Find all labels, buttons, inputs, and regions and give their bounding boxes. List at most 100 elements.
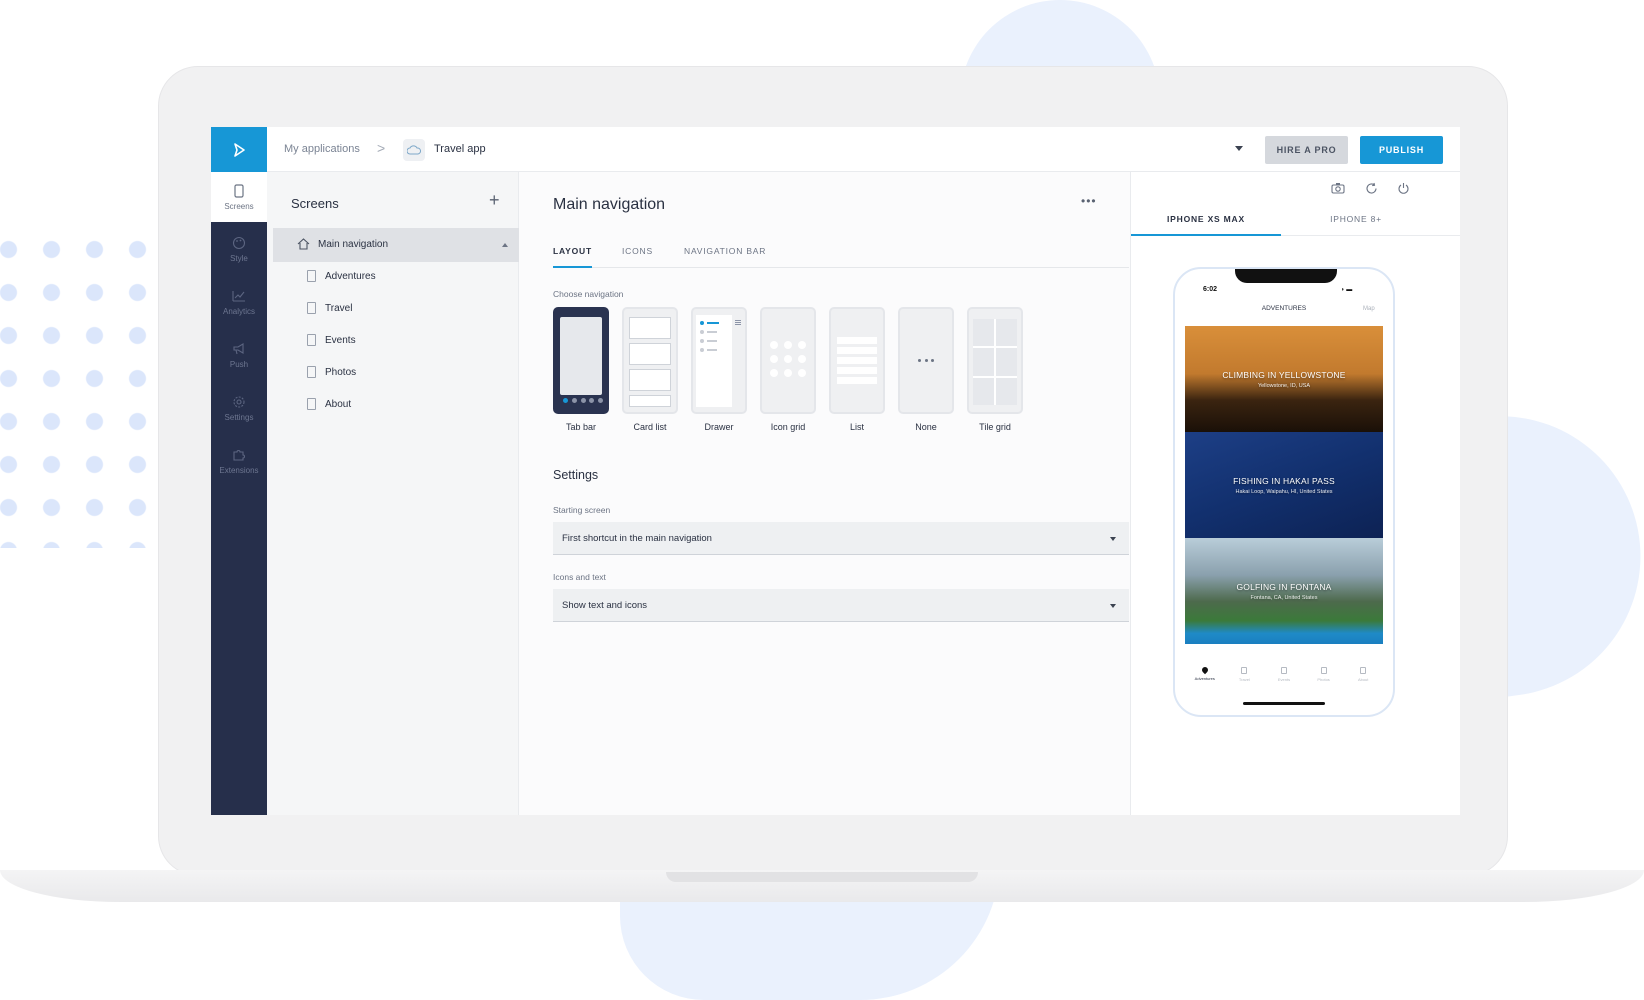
more-options-icon[interactable]: ••• <box>1081 194 1097 208</box>
nav-option-tile-grid[interactable]: Tile grid <box>967 307 1023 432</box>
app-window: My applications > Travel app HIRE A PRO … <box>211 127 1460 815</box>
phone-icon <box>234 183 244 198</box>
main-navigation-item[interactable]: Main navigation <box>273 228 519 262</box>
nav-option-label: Tile grid <box>979 422 1011 432</box>
icons-text-value: Show text and icons <box>562 600 648 611</box>
megaphone-icon <box>233 342 244 354</box>
rail-item-analytics[interactable]: Analytics <box>211 277 267 327</box>
app-thumbnail <box>403 139 425 161</box>
tab-layout[interactable]: LAYOUT <box>553 246 592 268</box>
nav-option-drawer[interactable]: Drawer <box>691 307 747 432</box>
breadcrumb-my-applications[interactable]: My applications <box>284 143 360 155</box>
dot-pattern <box>0 228 150 548</box>
nav-option-label: None <box>915 422 937 432</box>
drawer-thumbnail <box>691 307 747 414</box>
nav-option-label: Icon grid <box>770 422 806 432</box>
rail-label: Push <box>229 359 249 369</box>
main-panel: Main navigation ••• LAYOUT ICONS NAVIGAT… <box>519 172 1131 815</box>
nav-option-icon-grid[interactable]: Icon grid <box>760 307 816 432</box>
page-icon <box>307 334 316 346</box>
rail-item-style[interactable]: Style <box>211 224 267 274</box>
adventure-card: FISHING IN HAKAI PASS Hakai Loop, Waipah… <box>1185 432 1383 538</box>
phone-tab: Travel <box>1225 667 1265 689</box>
none-thumbnail <box>898 307 954 414</box>
home-icon <box>297 238 310 250</box>
app-dropdown-icon[interactable] <box>1235 146 1243 151</box>
cloud-icon <box>407 145 421 155</box>
phone-tab-label: Events <box>1277 677 1291 682</box>
tile-grid-thumbnail <box>967 307 1023 414</box>
icon-grid-thumbnail <box>760 307 816 414</box>
screen-item-about[interactable]: About <box>307 394 351 414</box>
chevron-down-icon <box>1110 537 1116 541</box>
screenshot-icon[interactable] <box>1330 180 1346 196</box>
refresh-icon[interactable] <box>1363 180 1379 196</box>
screen-item-label: Photos <box>325 366 357 378</box>
page-icon <box>307 270 316 282</box>
left-rail: Screens Style Analytics Push Settings Ex… <box>211 172 267 815</box>
card-subtitle: Fontana, CA, United States <box>1250 594 1318 601</box>
nav-option-card-list[interactable]: Card list <box>622 307 678 432</box>
nav-option-label: Drawer <box>704 422 734 432</box>
puzzle-icon <box>233 449 245 461</box>
page-icon <box>307 302 316 314</box>
starting-screen-select[interactable]: First shortcut in the main navigation <box>553 522 1129 555</box>
rail-label: Style <box>230 253 248 263</box>
phone-time: 6:02 <box>1203 286 1218 293</box>
screen-item-events[interactable]: Events <box>307 330 356 350</box>
tab-iphone-xs-max[interactable]: IPHONE XS MAX <box>1131 214 1281 236</box>
screen-item-adventures[interactable]: Adventures <box>307 266 376 286</box>
adventure-card: GOLFING IN FONTANA Fontana, CA, United S… <box>1185 538 1383 644</box>
phone-tab-label: Travel <box>1238 677 1250 682</box>
screen-item-photos[interactable]: Photos <box>307 362 356 382</box>
collapse-icon[interactable] <box>502 243 508 247</box>
breadcrumb-app-name[interactable]: Travel app <box>434 143 486 155</box>
top-bar: My applications > Travel app HIRE A PRO … <box>211 127 1460 172</box>
app-logo[interactable] <box>211 127 267 172</box>
card-subtitle: Hakai Loop, Waipahu, HI, United States <box>1235 488 1333 495</box>
power-icon[interactable] <box>1395 180 1411 196</box>
phone-tab: Adventures <box>1185 665 1225 689</box>
screens-title: Screens <box>291 196 339 211</box>
phone-tab: About <box>1343 667 1383 689</box>
breadcrumb-separator: > <box>377 140 386 156</box>
home-indicator <box>1243 702 1325 705</box>
tab-iphone-8-plus[interactable]: IPHONE 8+ <box>1281 214 1431 236</box>
nav-option-label: List <box>849 422 864 432</box>
rail-label: Settings <box>224 412 254 422</box>
rail-item-extensions[interactable]: Extensions <box>211 436 267 486</box>
rail-item-push[interactable]: Push <box>211 330 267 380</box>
list-thumbnail <box>829 307 885 414</box>
nav-option-none[interactable]: None <box>898 307 954 432</box>
phone-tab-bar: Adventures Travel Events Photos About <box>1185 665 1383 689</box>
phone-tab-label: About <box>1357 677 1369 682</box>
settings-title: Settings <box>553 468 599 482</box>
calendar-icon <box>1280 667 1287 674</box>
screen-item-travel[interactable]: Travel <box>307 298 352 318</box>
publish-button[interactable]: PUBLISH <box>1360 136 1443 164</box>
tab-bar-thumbnail <box>553 307 609 414</box>
rail-item-settings[interactable]: Settings <box>211 383 267 433</box>
nav-option-list[interactable]: List <box>829 307 885 432</box>
status-icons: ◗ ▬ <box>1341 287 1353 293</box>
page-icon <box>1241 667 1248 674</box>
screen-item-label: Events <box>325 334 356 346</box>
nav-option-label: Tab bar <box>565 422 597 432</box>
phone-preview: 6:02 ◗ ▬ ADVENTURES Map CLIMBING IN YELL… <box>1173 267 1395 717</box>
card-title: CLIMBING IN YELLOWSTONE <box>1222 369 1346 380</box>
phone-map-link: Map <box>1363 306 1375 312</box>
logo-icon <box>234 142 245 157</box>
tab-icons[interactable]: ICONS <box>622 246 653 266</box>
rail-item-screens[interactable]: Screens <box>211 172 267 222</box>
add-screen-button[interactable]: + <box>489 190 500 211</box>
nav-option-tab-bar[interactable]: Tab bar <box>553 307 609 432</box>
starting-screen-label: Starting screen <box>553 505 611 515</box>
rail-label: Extensions <box>219 465 259 475</box>
hire-a-pro-button[interactable]: HIRE A PRO <box>1265 136 1348 164</box>
info-icon <box>1360 667 1367 674</box>
icons-text-select[interactable]: Show text and icons <box>553 589 1129 622</box>
chart-icon <box>232 290 245 302</box>
tab-navigation-bar[interactable]: NAVIGATION BAR <box>684 246 766 266</box>
screen-item-label: Adventures <box>325 270 376 282</box>
phone-tab: Photos <box>1304 667 1344 689</box>
